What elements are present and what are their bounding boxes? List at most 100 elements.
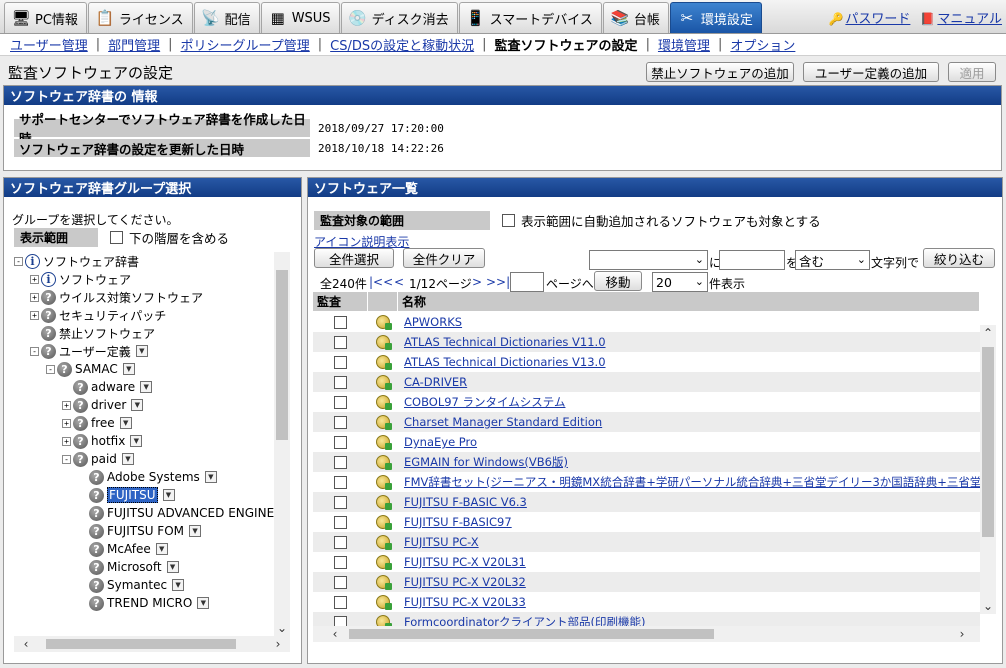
audit-checkbox[interactable] [334,455,347,469]
audit-checkbox[interactable] [334,495,347,509]
tree-node[interactable]: +? free ▼ [62,414,132,432]
dropdown-icon[interactable]: ▼ [166,561,179,573]
table-horizontal-scrollbar[interactable]: ‹ › [313,626,980,642]
tree-node[interactable]: ? TREND MICRO ▼ [78,594,210,612]
subnav-department-management[interactable]: 部門管理 [108,35,160,54]
audit-checkbox[interactable] [334,535,347,549]
table-vertical-scrollbar[interactable]: ⌃ ⌄ [980,325,996,614]
subnav-environment-management[interactable]: 環境管理 [658,35,710,54]
tree-node[interactable]: +? セキュリティパッチ [30,306,166,324]
software-name-link[interactable]: FUJITSU PC-X [404,535,479,549]
filter-mode-select[interactable]: 含む ⌄ [795,250,870,270]
software-name-link[interactable]: FUJITSU PC-X V20L32 [404,575,526,589]
expand-icon[interactable]: + [30,310,39,320]
tree-horizontal-scrollbar[interactable]: ‹ › [14,636,290,652]
audit-checkbox[interactable] [334,515,347,529]
tab-delivery[interactable]: 📡 配信 [193,2,260,33]
dropdown-icon[interactable]: ▼ [162,489,175,501]
expand-icon[interactable]: + [62,418,71,428]
dropdown-icon[interactable]: ▼ [130,435,143,447]
tree-node-label[interactable]: McAfee [107,542,151,556]
tab-disk-erase[interactable]: 💿 ディスク消去 [340,2,458,33]
tree-node-label[interactable]: hotfix [91,434,125,448]
tree-node-label[interactable]: driver [91,398,126,412]
tree-node[interactable]: ? FUJITSU FOM ▼ [78,522,202,540]
tree-node-label[interactable]: paid [91,452,117,466]
audit-checkbox[interactable] [334,315,347,329]
subnav-user-management[interactable]: ユーザー管理 [10,35,88,54]
software-name-link[interactable]: EGMAIN for Windows(VB6版) [404,454,568,470]
tree-node[interactable]: ? 禁止ソフトウェア [30,324,155,342]
tree-node-label[interactable]: FUJITSU [107,487,158,503]
software-name-link[interactable]: DynaEye Pro [404,435,477,449]
tree-node-label[interactable]: ソフトウェア辞書 [43,253,139,270]
apply-button[interactable]: 適用 [948,62,996,82]
software-name-link[interactable]: FMV辞書セット(ジーニアス・明鏡MX統合辞書+学研パーソナル統合辞典+三省堂デ… [404,474,980,490]
tree-node-label[interactable]: FUJITSU ADVANCED ENGINEERING [107,506,286,520]
tree-node[interactable]: ? Adobe Systems ▼ [78,468,217,486]
chevron-right-icon[interactable]: › [270,636,286,652]
move-page-button[interactable]: 移動 [594,271,642,291]
expand-icon[interactable]: + [30,274,39,284]
add-user-definition-button[interactable]: ユーザー定義の追加 [803,62,939,82]
audit-checkbox[interactable] [334,335,347,349]
software-name-link[interactable]: FUJITSU F-BASIC V6.3 [404,495,527,509]
manual-link[interactable]: 📕 マニュアル [920,8,1002,27]
chevron-down-icon[interactable]: ⌄ [274,620,290,636]
tree-node[interactable]: ?FUJITSU ADVANCED ENGINEERING [78,504,286,522]
tree-node[interactable]: ? adware ▼ [62,378,153,396]
expand-icon[interactable]: + [62,436,71,446]
tree-node[interactable]: -? SAMAC ▼ [46,360,135,378]
tree-horizontal-scroll-thumb[interactable] [46,639,236,649]
tree-node[interactable]: -? paid ▼ [62,450,134,468]
tree-node[interactable]: -? ユーザー定義 ▼ [30,342,148,360]
tree-node-label[interactable]: ウイルス対策ソフトウェア [59,289,203,306]
collapse-icon[interactable]: - [62,454,71,464]
select-all-button[interactable]: 全件選択 [314,248,394,268]
tree-node-label[interactable]: Adobe Systems [107,470,200,484]
tree-node-label[interactable]: Microsoft [107,560,162,574]
expand-icon[interactable]: + [62,400,71,410]
tree-vertical-scrollbar[interactable]: ⌄ [274,252,290,636]
filter-apply-button[interactable]: 絞り込む [923,248,995,268]
subnav-cs-ds-settings[interactable]: CS/DSの設定と稼動状況 [330,35,474,54]
prev-page-link[interactable]: < [394,275,404,289]
collapse-icon[interactable]: - [46,364,55,374]
audit-checkbox[interactable] [334,355,347,369]
tab-smart-device[interactable]: 📱 スマートデバイス [458,2,602,33]
next-page-link[interactable]: > [472,275,482,289]
add-banned-software-button[interactable]: 禁止ソフトウェアの追加 [646,62,794,82]
audit-checkbox[interactable] [334,575,347,589]
tree-node-label[interactable]: 禁止ソフトウェア [59,325,155,342]
audit-checkbox[interactable] [334,395,347,409]
software-name-link[interactable]: Charset Manager Standard Edition [404,415,602,429]
filter-field-select[interactable]: ⌄ [589,250,708,270]
chevron-up-icon[interactable]: ⌃ [980,325,996,341]
subnav-policy-group[interactable]: ポリシーグループ管理 [181,35,310,54]
audit-checkbox[interactable] [334,475,347,489]
tree-node[interactable]: ? McAfee ▼ [78,540,168,558]
software-name-link[interactable]: FUJITSU F-BASIC97 [404,515,512,529]
software-name-link[interactable]: ATLAS Technical Dictionaries V11.0 [404,335,606,349]
dropdown-icon[interactable]: ▼ [189,525,202,537]
dropdown-icon[interactable]: ▼ [155,543,168,555]
tree-node-label[interactable]: Symantec [107,578,167,592]
tree-node-label[interactable]: adware [91,380,135,394]
first-page-link[interactable]: |<< [369,275,393,289]
table-horizontal-scroll-thumb[interactable] [349,629,714,639]
audit-checkbox[interactable] [334,435,347,449]
software-name-link[interactable]: CA-DRIVER [404,375,467,389]
chevron-left-icon[interactable]: ‹ [18,636,34,652]
clear-all-button[interactable]: 全件クリア [403,248,485,268]
collapse-icon[interactable]: - [14,256,23,266]
dropdown-icon[interactable]: ▼ [140,381,153,393]
audit-checkbox[interactable] [334,375,347,389]
last-page-link[interactable]: >>| [486,275,510,289]
tab-ledger[interactable]: 📚 台帳 [602,2,669,33]
audit-checkbox[interactable] [334,415,347,429]
expand-icon[interactable]: + [30,292,39,302]
tree-node-label[interactable]: TREND MICRO [107,596,192,610]
tab-pc[interactable]: 🖥 PC情報 [4,2,87,33]
tree-vertical-scroll-thumb[interactable] [276,270,288,440]
audit-checkbox[interactable] [334,595,347,609]
